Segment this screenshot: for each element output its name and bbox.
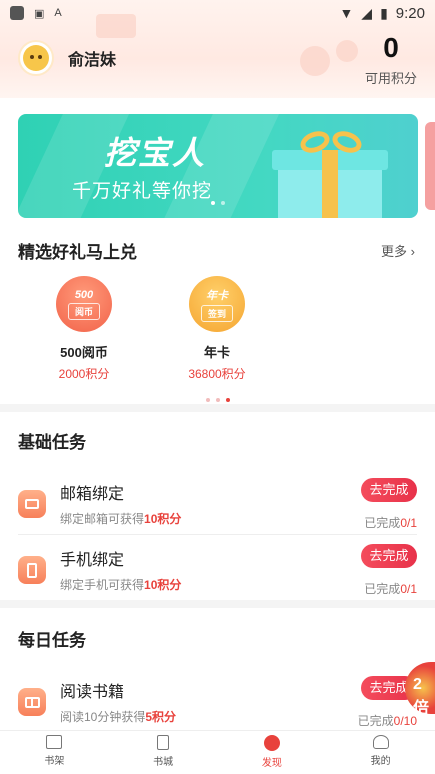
- monkey-avatar-icon: [23, 45, 49, 71]
- promo-banner[interactable]: 挖宝人 千万好礼等你挖: [18, 114, 418, 218]
- status-bar: ▣ A ▼ ◢ ▮ 9:20: [0, 0, 435, 26]
- nav-label: 书城: [153, 757, 174, 768]
- more-link[interactable]: 更多 ›: [381, 241, 415, 260]
- task-row: 阅读书籍 阅读10分钟获得5积分 去完成 已完成0/10: [0, 670, 435, 736]
- progress-label: 已完成: [357, 714, 394, 728]
- task-desc-text: 绑定手机可获得: [60, 578, 145, 592]
- discover-icon: [263, 735, 280, 751]
- font-icon: A: [54, 7, 62, 19]
- battery-icon: ▮: [380, 4, 388, 21]
- phone-icon: [18, 556, 46, 584]
- task-name: 邮箱绑定: [60, 486, 125, 503]
- gift-name: 500阅币: [60, 345, 108, 360]
- task-reward: 10积分: [144, 512, 182, 526]
- gift-list: 500 阅币 500阅币 2000积分 年卡 签到 年卡 36800积分: [0, 276, 435, 406]
- more-label: 更多: [381, 244, 408, 259]
- task-desc: 绑定邮箱可获得10积分: [60, 510, 181, 527]
- task-desc: 绑定手机可获得10积分: [60, 576, 181, 593]
- mail-icon: [18, 490, 46, 518]
- task-progress: 已完成0/1: [364, 514, 417, 531]
- bookshelf-icon: [46, 735, 63, 749]
- progress-value: 0/1: [400, 582, 417, 596]
- task-reward: 10积分: [144, 578, 182, 592]
- gifts-section-title: 精选好礼马上兑: [18, 243, 137, 262]
- task-name: 手机绑定: [60, 552, 125, 569]
- section-divider: [0, 600, 435, 608]
- decor-tree: [336, 40, 358, 62]
- vip-card-icon: 年卡 签到: [189, 276, 245, 332]
- nav-item-discover[interactable]: 发现: [218, 731, 327, 774]
- complete-task-button[interactable]: 去完成: [361, 544, 417, 568]
- coin-tag: 阅币: [67, 302, 100, 320]
- decor-tree: [300, 46, 330, 76]
- progress-label: 已完成: [364, 516, 401, 530]
- nav-item-bookshelf[interactable]: 书架: [0, 731, 109, 774]
- nav-item-bookstore[interactable]: 书城: [109, 731, 218, 774]
- section-divider: [0, 404, 435, 412]
- nav-label: 书架: [44, 756, 65, 767]
- daily-tasks-title: 每日任务: [18, 631, 86, 650]
- task-progress: 已完成0/1: [364, 580, 417, 597]
- user-info[interactable]: 俞洁妹: [18, 40, 116, 76]
- profile-icon: [372, 735, 389, 749]
- nav-label: 发现: [261, 758, 282, 769]
- task-name: 阅读书籍: [60, 684, 125, 701]
- gift-points: 2000积分: [58, 367, 110, 381]
- banner-pager: [18, 192, 418, 210]
- task-desc-text: 绑定邮箱可获得: [60, 512, 145, 526]
- task-progress: 已完成0/10: [358, 712, 417, 729]
- row-divider: [18, 534, 417, 535]
- task-desc-text: 阅读10分钟获得: [60, 710, 146, 724]
- coin-icon: 500 阅币: [56, 276, 112, 332]
- bookstore-icon: [157, 735, 170, 750]
- username: 俞洁妹: [68, 52, 117, 69]
- banner-title: 挖宝人: [104, 135, 207, 171]
- book-icon: [18, 688, 46, 716]
- gift-name: 年卡: [203, 345, 230, 360]
- points-summary[interactable]: 0 可用积分: [365, 32, 417, 87]
- chevron-right-icon: ›: [410, 244, 415, 259]
- task-row: 邮箱绑定 绑定邮箱可获得10积分 去完成 已完成0/1: [0, 472, 435, 538]
- gift-item[interactable]: 500 阅币 500阅币 2000积分: [29, 276, 139, 382]
- nav-label: 我的: [370, 756, 391, 767]
- signal-icon: ◢: [361, 4, 373, 21]
- task-row: 手机绑定 绑定手机可获得10积分 去完成 已完成0/1: [0, 538, 435, 604]
- coin-text: 年卡: [206, 289, 228, 302]
- next-banner-peek[interactable]: [425, 122, 435, 210]
- points-value: 0: [383, 32, 399, 63]
- avatar[interactable]: [18, 40, 54, 76]
- task-desc: 阅读10分钟获得5积分: [60, 708, 176, 725]
- progress-label: 已完成: [364, 582, 401, 596]
- bottom-nav: 书架 书城 发现 我的: [0, 730, 435, 774]
- notification-icon: ▣: [34, 7, 45, 20]
- gift-item[interactable]: 年卡 签到 年卡 36800积分: [162, 276, 272, 382]
- coin-tag: 签到: [200, 304, 233, 322]
- task-reward: 5积分: [145, 710, 177, 724]
- basic-tasks-title: 基础任务: [18, 433, 86, 452]
- points-label: 可用积分: [364, 71, 417, 86]
- app-indicator-icon: [10, 6, 24, 20]
- coin-text: 500: [74, 288, 94, 301]
- status-time: 9:20: [395, 4, 425, 22]
- complete-task-button[interactable]: 去完成: [361, 478, 417, 502]
- wifi-icon: ▼: [339, 5, 354, 21]
- nav-item-profile[interactable]: 我的: [326, 731, 435, 774]
- gift-points: 36800积分: [188, 367, 246, 381]
- progress-value: 0/1: [400, 516, 417, 530]
